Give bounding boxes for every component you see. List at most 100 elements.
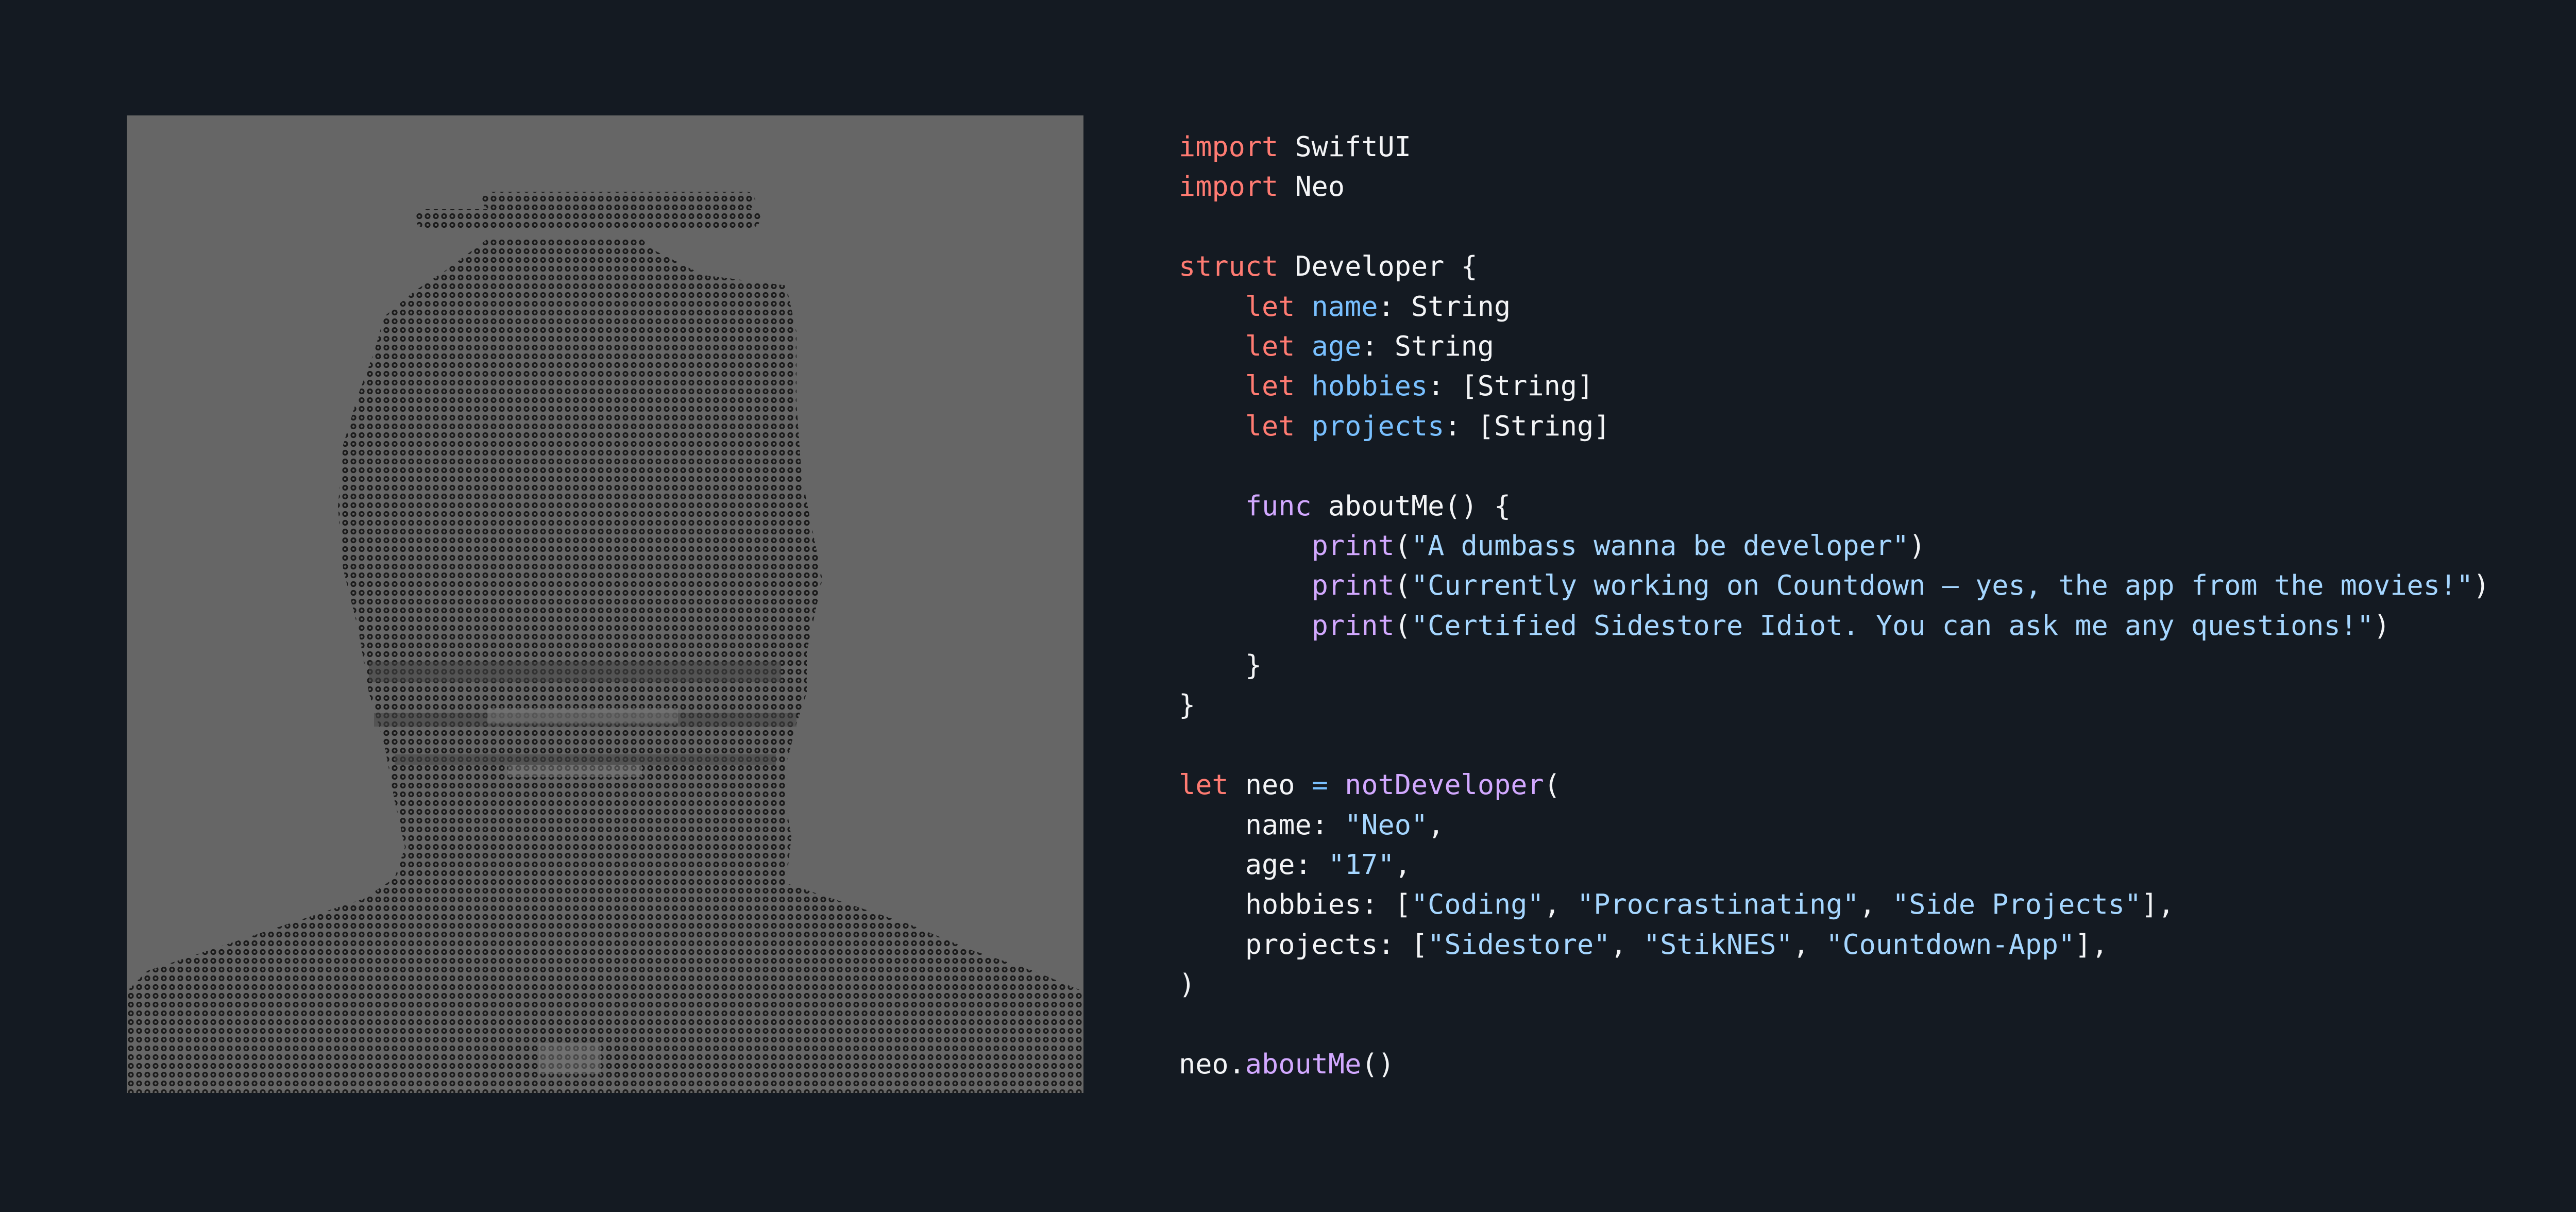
code-token: , <box>1859 888 1893 921</box>
avatar-ascii-portrait <box>127 115 1083 1093</box>
code-token: , <box>1544 888 1578 921</box>
code-token: let <box>1245 409 1295 442</box>
code-token: ], <box>2075 928 2108 961</box>
code-token: neo <box>1228 768 1312 801</box>
code-token: : String <box>1361 329 1495 362</box>
code-token: "Procrastinating" <box>1577 888 1859 921</box>
code-line: ) <box>1179 964 2490 1004</box>
code-line: let name: String <box>1179 287 2490 326</box>
code-token: : String <box>1378 290 1511 323</box>
code-token: Neo <box>1278 170 1345 203</box>
code-line: name: "Neo", <box>1179 805 2490 845</box>
code-token: let <box>1245 290 1295 323</box>
code-token: func <box>1245 489 1312 522</box>
code-token: , <box>1792 928 1826 961</box>
code-token: ( <box>1394 609 1411 642</box>
code-token: SwiftUI <box>1278 130 1411 163</box>
code-token: ) <box>2473 569 2490 602</box>
code-line: let projects: [String] <box>1179 406 2490 446</box>
code-token: aboutMe <box>1245 1047 1362 1080</box>
code-line: print("Currently working on Countdown — … <box>1179 565 2490 605</box>
code-token: : [String] <box>1444 409 1611 442</box>
code-token: projects: [ <box>1179 928 1428 961</box>
code-token: "Currently working on Countdown — yes, t… <box>1411 569 2473 602</box>
code-line: import SwiftUI <box>1179 127 2490 166</box>
code-token: "A dumbass wanna be developer" <box>1411 529 1909 562</box>
code-token: } <box>1179 649 1262 682</box>
code-snippet: import SwiftUI import Neo struct Develope… <box>1179 127 2490 1084</box>
code-token: , <box>1394 848 1411 881</box>
code-token: hobbies <box>1311 369 1428 402</box>
code-line: projects: ["Sidestore", "StikNES", "Coun… <box>1179 924 2490 964</box>
code-line: let hobbies: [String] <box>1179 366 2490 406</box>
code-line: struct Developer { <box>1179 246 2490 286</box>
code-token: name: <box>1179 808 1345 841</box>
code-token: ( <box>1394 529 1411 562</box>
code-token: age: <box>1179 848 1328 881</box>
code-token: () <box>1361 1047 1395 1080</box>
code-token: ) <box>2374 609 2391 642</box>
code-line: } <box>1179 645 2490 685</box>
code-line: } <box>1179 685 2490 725</box>
code-token: import <box>1179 170 1279 203</box>
code-token: "Neo" <box>1345 808 1428 841</box>
code-line: let age: String <box>1179 326 2490 366</box>
code-line: neo.aboutMe() <box>1179 1044 2490 1084</box>
code-token: projects <box>1311 409 1445 442</box>
code-token: hobbies: [ <box>1179 888 1411 921</box>
code-token: "Countdown-App" <box>1826 928 2075 961</box>
code-token: let <box>1245 329 1295 362</box>
code-token: ], <box>2141 888 2175 921</box>
code-token: print <box>1311 529 1395 562</box>
code-token: = <box>1311 768 1328 801</box>
code-token: ( <box>1544 768 1561 801</box>
code-token: neo. <box>1179 1047 1245 1080</box>
code-token: , <box>1428 808 1445 841</box>
code-token: let <box>1245 369 1295 402</box>
code-line: func aboutMe() { <box>1179 486 2490 526</box>
code-line: hobbies: ["Coding", "Procrastinating", "… <box>1179 884 2490 924</box>
code-token: import <box>1179 130 1279 163</box>
code-token: ( <box>1394 569 1411 602</box>
code-token: "Certified Sidestore Idiot. You can ask … <box>1411 609 2374 642</box>
code-line: age: "17", <box>1179 845 2490 884</box>
code-token: let <box>1179 768 1229 801</box>
code-token: "17" <box>1328 848 1395 881</box>
code-token: Developer { <box>1278 250 1478 283</box>
code-token: name <box>1311 290 1378 323</box>
ascii-portrait-icon <box>127 192 1083 1093</box>
code-token: } <box>1179 688 1196 721</box>
code-token: "StikNES" <box>1643 928 1793 961</box>
code-token: : [String] <box>1428 369 1594 402</box>
code-token: age <box>1311 329 1362 362</box>
code-line: print("Certified Sidestore Idiot. You ca… <box>1179 605 2490 645</box>
code-token: ) <box>1179 968 1196 1001</box>
code-token: print <box>1311 569 1395 602</box>
code-token: ) <box>1909 529 1926 562</box>
code-line: let neo = notDeveloper( <box>1179 765 2490 804</box>
code-token: , <box>1610 928 1643 961</box>
code-line: import Neo <box>1179 166 2490 206</box>
code-token: print <box>1311 609 1395 642</box>
code-token: "Coding" <box>1411 888 1544 921</box>
code-token: notDeveloper <box>1345 768 1544 801</box>
code-line: print("A dumbass wanna be developer") <box>1179 526 2490 565</box>
code-token: aboutMe() { <box>1311 489 1511 522</box>
